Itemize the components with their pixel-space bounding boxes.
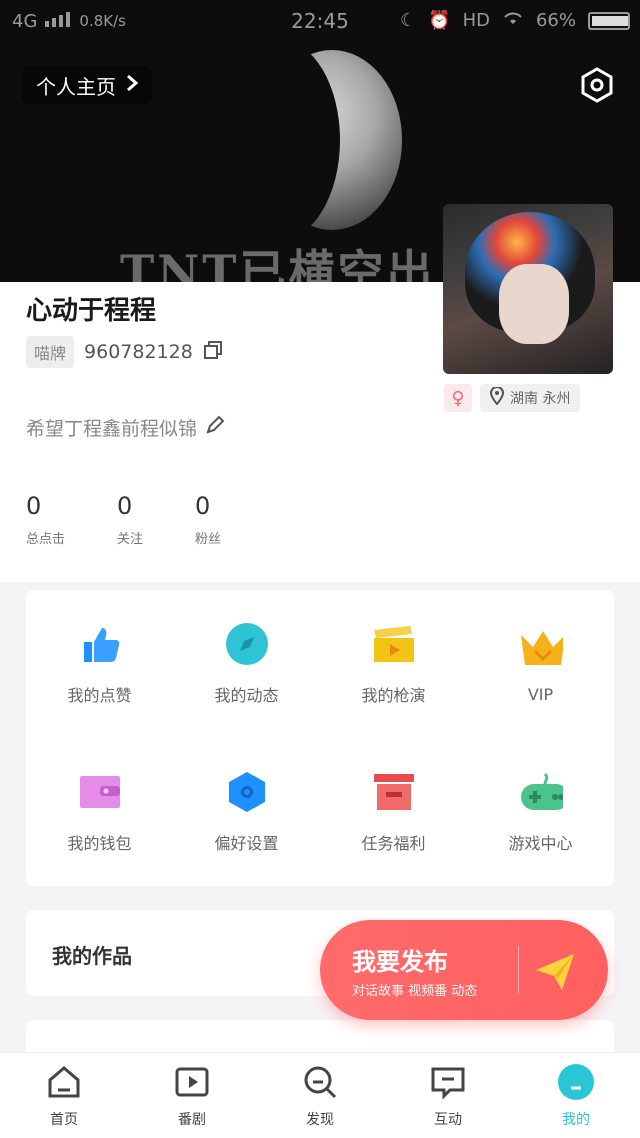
copy-icon[interactable] bbox=[203, 340, 223, 364]
publish-button[interactable]: 我要发布 对话故事 视频番 动态 bbox=[320, 920, 608, 1020]
wifi-icon bbox=[502, 10, 524, 31]
grid-label: 游戏中心 bbox=[508, 834, 573, 853]
edit-pencil-icon[interactable] bbox=[205, 415, 225, 440]
nav-label: 互动 bbox=[434, 1111, 462, 1128]
stat-following[interactable]: 0 关注 bbox=[117, 492, 143, 547]
location-badge: 湖南 永州 bbox=[480, 384, 581, 412]
home-page-label: 个人主页 bbox=[36, 74, 116, 99]
signature-text: 希望丁程鑫前程似锦 bbox=[26, 418, 198, 440]
nav-label: 首页 bbox=[50, 1111, 78, 1128]
gift-box-icon bbox=[372, 770, 416, 814]
id-tag: 喵牌 bbox=[26, 336, 75, 368]
location-pin-icon bbox=[489, 386, 505, 409]
crown-icon bbox=[519, 625, 563, 669]
grid-item-moments[interactable]: 我的动态 bbox=[173, 590, 320, 738]
compass-icon bbox=[225, 622, 269, 666]
avatar[interactable] bbox=[443, 204, 613, 374]
stat-label: 粉丝 bbox=[195, 532, 222, 547]
gamepad-icon bbox=[519, 770, 563, 814]
moon-shadow bbox=[220, 40, 340, 240]
clapperboard-icon bbox=[372, 622, 416, 666]
stat-label: 关注 bbox=[117, 532, 144, 547]
username: 心动于程程 bbox=[26, 296, 157, 326]
grid-item-preferences[interactable]: 偏好设置 bbox=[173, 738, 320, 886]
hexagon-settings-icon bbox=[225, 770, 269, 814]
alarm-icon: ⏰ bbox=[428, 10, 451, 31]
bottom-navigation: 首页 番剧 发现 互动 我的 bbox=[0, 1052, 640, 1138]
grid-item-tasks[interactable]: 任务福利 bbox=[320, 738, 467, 886]
feature-grid: 我的点赞 我的动态 我的枪演 VIP 我的钱包 偏好设置 任务福利 游戏中心 bbox=[26, 590, 614, 886]
stat-value: 0 bbox=[26, 492, 42, 520]
status-bar: 4G 0.8K/s 22:45 ☾ ⏰ HD 66% bbox=[0, 0, 640, 42]
chevron-right-icon bbox=[126, 73, 139, 97]
grid-item-performances[interactable]: 我的枪演 bbox=[320, 590, 467, 738]
moon-status-icon: ☾ bbox=[400, 10, 417, 31]
location-text: 湖南 永州 bbox=[510, 391, 571, 407]
publish-title: 我要发布 bbox=[352, 948, 448, 976]
gender-badge: ♀ bbox=[444, 384, 472, 412]
grid-item-games[interactable]: 游戏中心 bbox=[467, 738, 614, 886]
stat-value: 0 bbox=[195, 492, 211, 520]
paper-plane-icon bbox=[532, 948, 578, 994]
profile-icon bbox=[557, 1063, 595, 1101]
grid-label: 我的动态 bbox=[214, 686, 279, 705]
nav-discover[interactable]: 发现 bbox=[256, 1053, 384, 1138]
nav-mine[interactable]: 我的 bbox=[512, 1053, 640, 1138]
grid-label: VIP bbox=[527, 684, 554, 704]
search-icon bbox=[301, 1063, 339, 1101]
banner-text: TNT已横空出 bbox=[120, 245, 436, 282]
home-icon bbox=[45, 1063, 83, 1101]
grid-label: 我的枪演 bbox=[361, 686, 426, 705]
hd-indicator: HD bbox=[462, 10, 490, 31]
home-page-link[interactable]: 个人主页 bbox=[22, 66, 152, 104]
settings-hexagon-icon bbox=[581, 67, 613, 103]
grid-item-vip[interactable]: VIP bbox=[467, 590, 614, 738]
grid-label: 偏好设置 bbox=[214, 834, 279, 853]
female-icon: ♀ bbox=[451, 387, 465, 409]
stat-label: 总点击 bbox=[26, 532, 66, 547]
signature[interactable]: 希望丁程鑫前程似锦 bbox=[26, 414, 225, 441]
wallet-icon bbox=[78, 770, 122, 814]
nav-series[interactable]: 番剧 bbox=[128, 1053, 256, 1138]
battery-icon bbox=[588, 11, 630, 30]
nav-label: 我的 bbox=[562, 1111, 590, 1128]
avatar-face bbox=[499, 264, 569, 344]
stat-followers[interactable]: 0 粉丝 bbox=[195, 492, 221, 547]
grid-label: 任务福利 bbox=[361, 834, 426, 853]
thumbs-up-icon bbox=[78, 622, 122, 666]
chat-icon bbox=[429, 1063, 467, 1101]
grid-label: 我的点赞 bbox=[67, 686, 132, 705]
profile-section: 心动于程程 喵牌 960782128 ♀ 湖南 永州 希望丁程鑫前程似锦 0 总… bbox=[0, 204, 640, 582]
grid-item-wallet[interactable]: 我的钱包 bbox=[26, 738, 173, 886]
stat-value: 0 bbox=[117, 492, 133, 520]
id-row: 喵牌 960782128 bbox=[26, 336, 223, 368]
nav-label: 发现 bbox=[306, 1111, 334, 1128]
play-icon bbox=[173, 1063, 211, 1101]
nav-label: 番剧 bbox=[178, 1111, 206, 1128]
publish-divider bbox=[518, 946, 519, 994]
publish-subtitle: 对话故事 视频番 动态 bbox=[352, 984, 478, 999]
settings-button[interactable] bbox=[578, 66, 616, 104]
grid-label: 我的钱包 bbox=[67, 834, 132, 853]
nav-interact[interactable]: 互动 bbox=[384, 1053, 512, 1138]
user-id: 960782128 bbox=[84, 341, 193, 363]
works-title: 我的作品 bbox=[52, 944, 132, 968]
grid-item-likes[interactable]: 我的点赞 bbox=[26, 590, 173, 738]
stats-row: 0 总点击 0 关注 0 粉丝 bbox=[26, 492, 221, 547]
battery-percent: 66% bbox=[535, 10, 576, 31]
nav-home[interactable]: 首页 bbox=[0, 1053, 128, 1138]
stat-total-clicks[interactable]: 0 总点击 bbox=[26, 492, 65, 547]
